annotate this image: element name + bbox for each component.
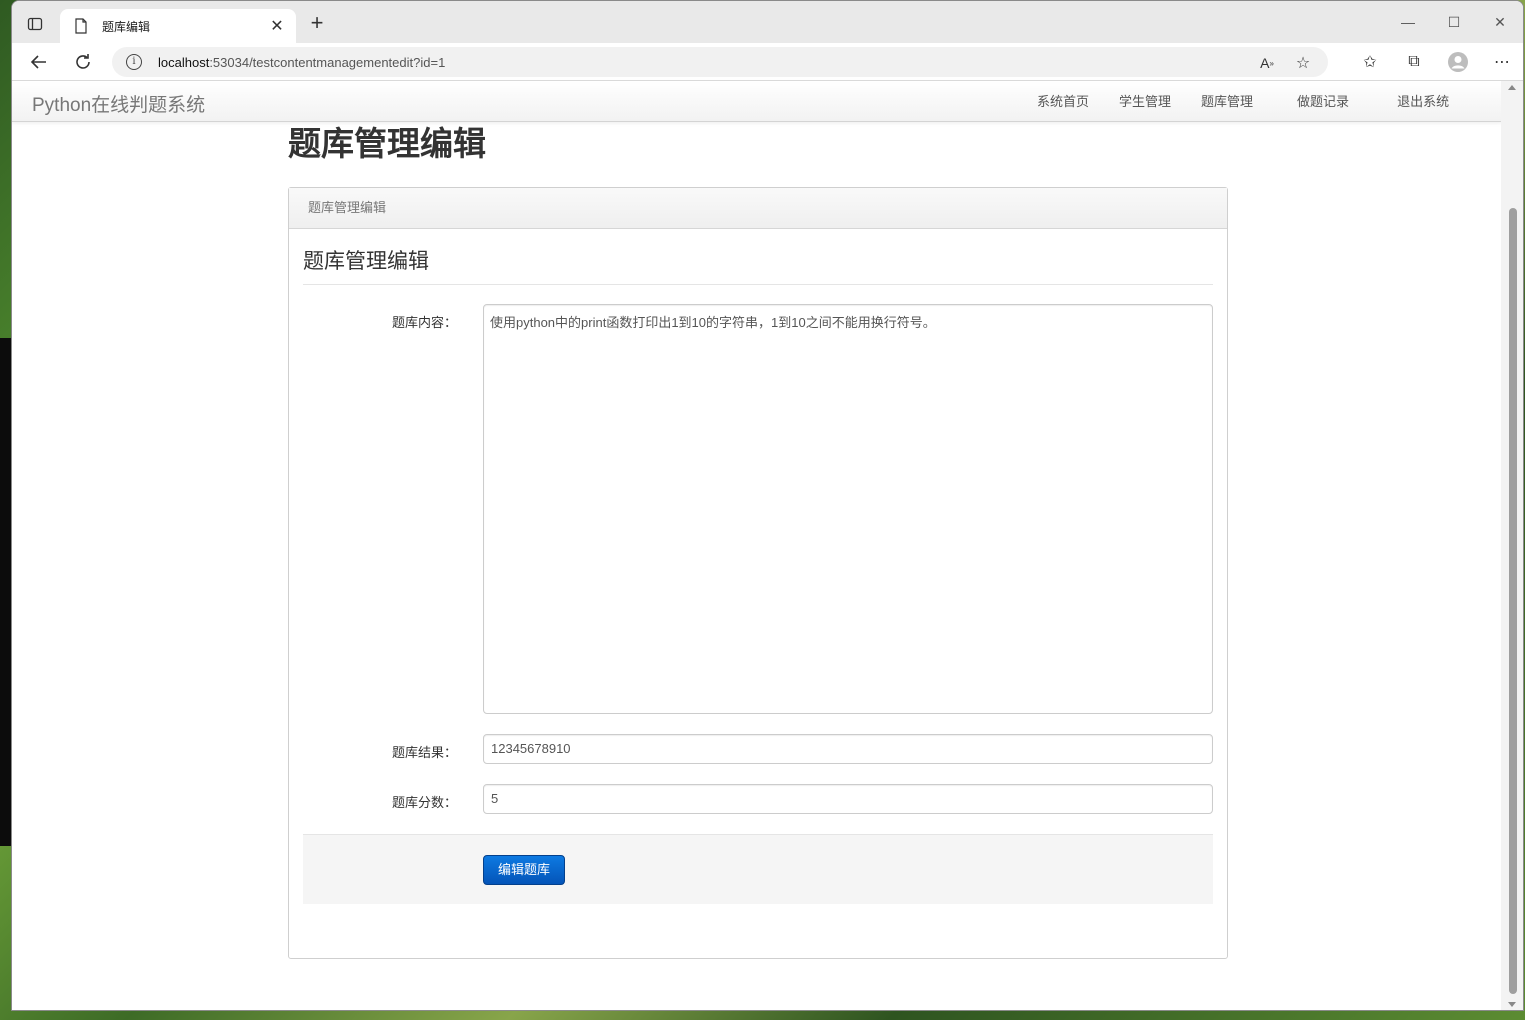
nav-links: 系统首页 学生管理 题库管理 做题记录 退出系统 (1022, 81, 1464, 122)
site-info-icon[interactable]: i (126, 54, 142, 70)
window-controls: — ☐ ✕ (1385, 1, 1523, 43)
site-brand[interactable]: Python在线判题系统 (32, 90, 205, 117)
edit-panel: 题库管理编辑 题库管理编辑 题库内容： 使用python中的print函数打印出… (288, 187, 1228, 959)
address-bar[interactable]: i localhost:53034/testcontentmanagemente… (112, 47, 1328, 77)
favorites-icon[interactable]: ✩ (1359, 51, 1381, 73)
scroll-down-icon[interactable] (1508, 1002, 1516, 1007)
site-navbar: Python在线判题系统 系统首页 学生管理 题库管理 做题记录 退出系统 (12, 81, 1502, 122)
reload-icon[interactable] (72, 51, 94, 73)
read-aloud-icon[interactable]: A» (1256, 52, 1278, 74)
result-label: 题库结果： (391, 745, 457, 760)
tab-strip: 题库编辑 ✕ + — ☐ ✕ (12, 1, 1523, 43)
close-window-icon[interactable]: ✕ (1477, 1, 1523, 43)
minimize-icon[interactable]: — (1385, 1, 1431, 43)
profile-avatar-icon[interactable] (1447, 51, 1469, 73)
browser-window: 题库编辑 ✕ + — ☐ ✕ i localhost:53034/testcon… (11, 0, 1524, 1011)
content-label: 题库内容： (391, 315, 457, 330)
page-viewport: Python在线判题系统 系统首页 学生管理 题库管理 做题记录 退出系统 题库… (12, 81, 1502, 1010)
new-tab-icon[interactable]: + (306, 12, 328, 35)
close-tab-icon[interactable]: ✕ (268, 16, 286, 36)
background-terminal-window (0, 338, 11, 846)
page-scrollbar[interactable] (1501, 81, 1523, 1010)
more-options-icon[interactable]: ⋯ (1491, 51, 1513, 73)
panel-title: 题库管理编辑 (289, 188, 1227, 229)
form-actions: 编辑题库 (303, 834, 1213, 904)
nav-home[interactable]: 系统首页 (1022, 81, 1104, 122)
collections-icon[interactable]: ⧉ (1403, 51, 1425, 73)
tab-actions-icon[interactable] (24, 13, 46, 35)
submit-edit-button[interactable]: 编辑题库 (483, 855, 565, 885)
browser-toolbar: i localhost:53034/testcontentmanagemente… (12, 43, 1523, 81)
content-textarea[interactable]: 使用python中的print函数打印出1到10的字符串，1到10之间不能用换行… (483, 304, 1213, 714)
page-title: 题库管理编辑 (288, 125, 486, 162)
scroll-thumb[interactable] (1509, 208, 1517, 994)
nav-students[interactable]: 学生管理 (1104, 81, 1186, 122)
form-legend: 题库管理编辑 (303, 246, 1213, 285)
add-favorite-icon[interactable]: ☆ (1292, 52, 1314, 74)
score-input[interactable]: 5 (483, 784, 1213, 814)
maximize-icon[interactable]: ☐ (1431, 1, 1477, 43)
result-input[interactable]: 12345678910 (483, 734, 1213, 764)
nav-logout[interactable]: 退出系统 (1364, 81, 1464, 122)
document-icon (75, 18, 87, 34)
tab-title: 题库编辑 (102, 19, 151, 34)
scroll-up-icon[interactable] (1508, 85, 1516, 90)
back-icon[interactable] (28, 51, 50, 73)
nav-question-bank[interactable]: 题库管理 (1186, 81, 1268, 122)
nav-records[interactable]: 做题记录 (1268, 81, 1364, 122)
url-text[interactable]: localhost:53034/testcontentmanagementedi… (158, 55, 445, 70)
score-label: 题库分数： (391, 795, 457, 810)
browser-tab[interactable]: 题库编辑 ✕ (60, 9, 296, 43)
